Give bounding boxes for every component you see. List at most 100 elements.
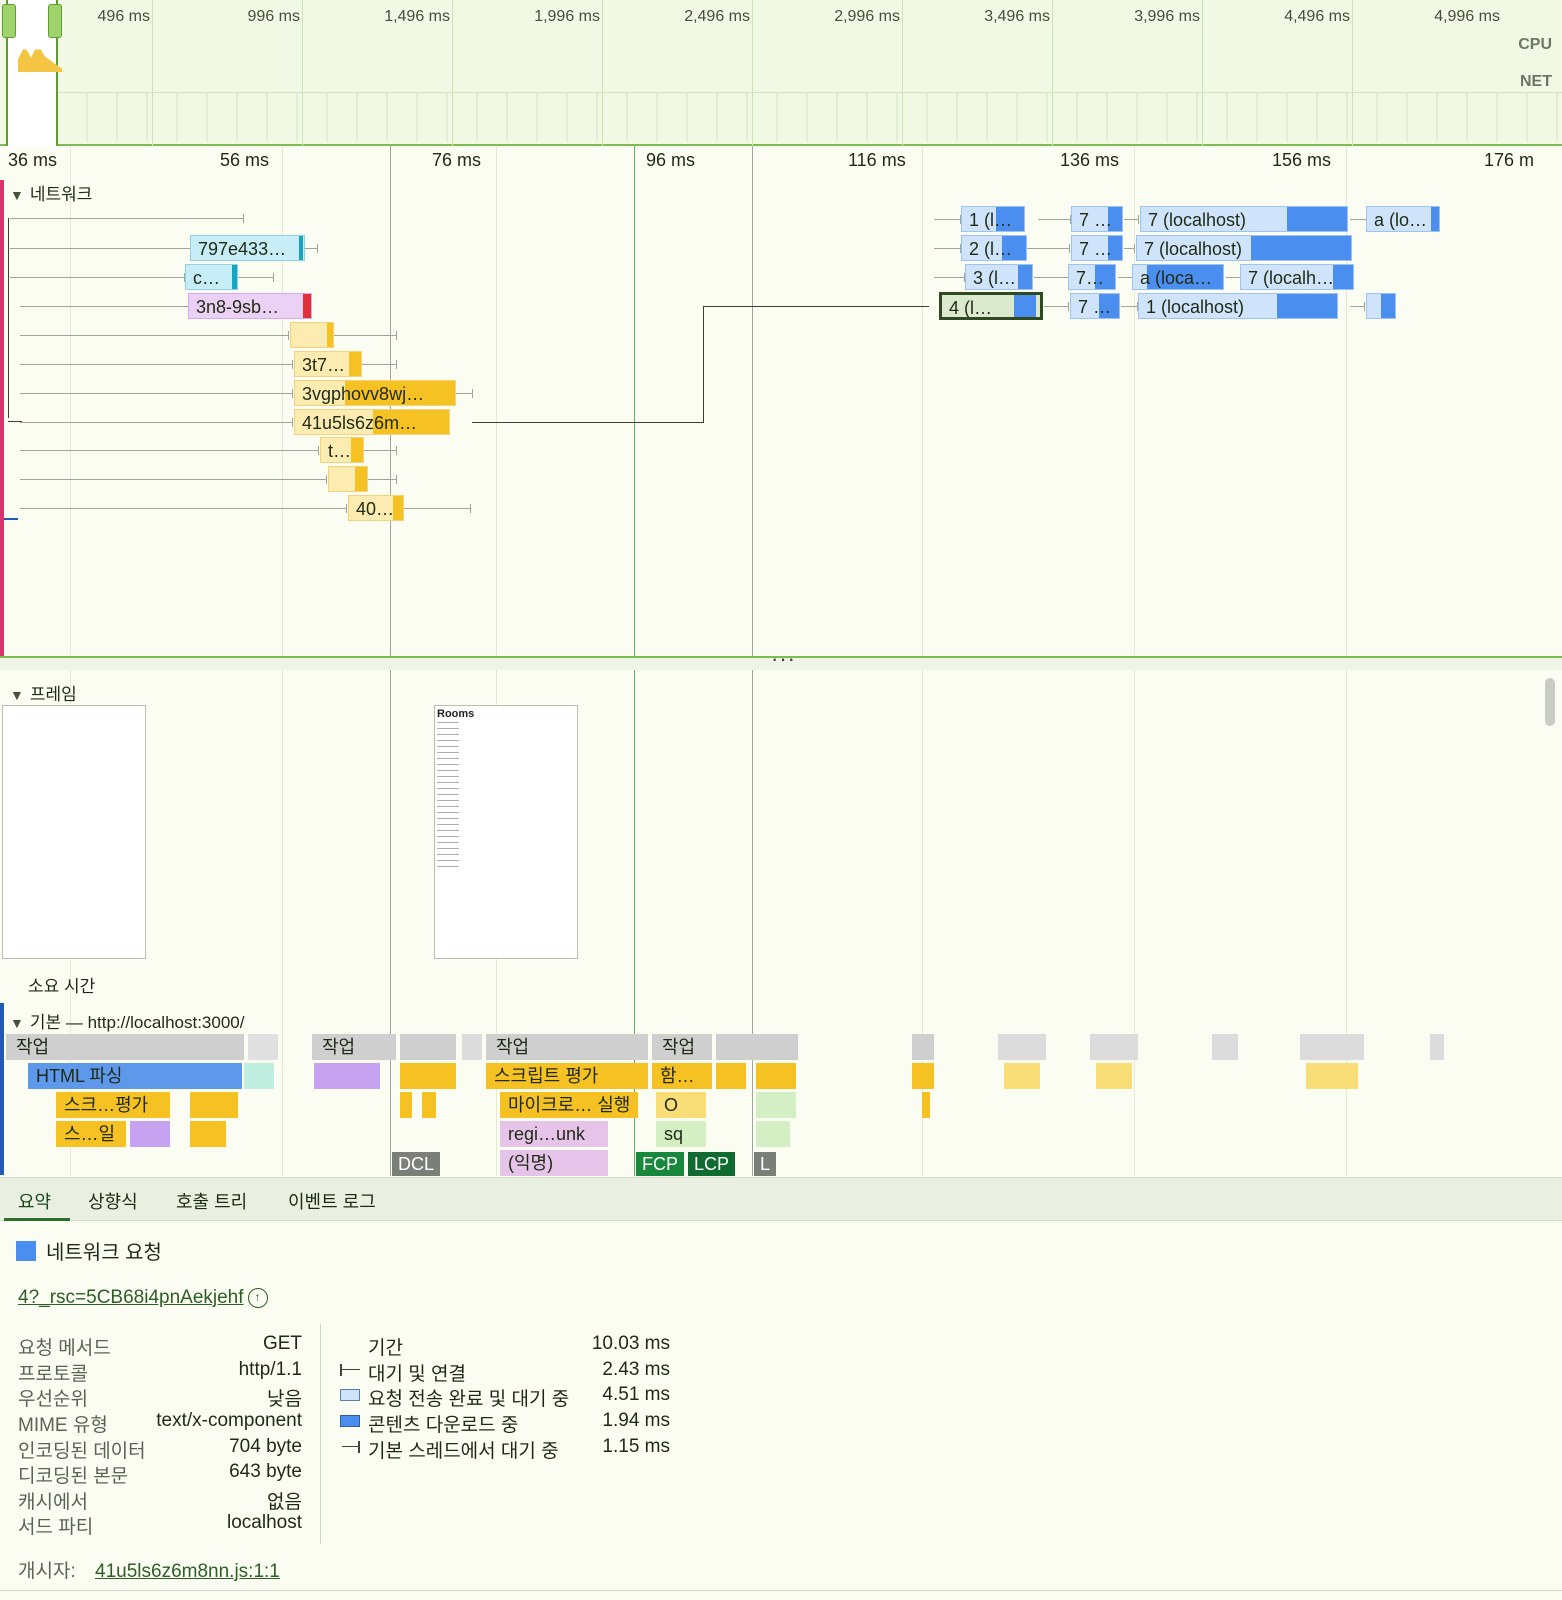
event-block[interactable] (922, 1092, 930, 1118)
frame-screenshot[interactable]: Rooms (434, 705, 578, 959)
network-request[interactable]: 40… (348, 495, 404, 521)
tab-call-tree[interactable]: 호출 트리 (176, 1188, 247, 1214)
fcp-marker[interactable]: FCP (636, 1152, 684, 1176)
tab-summary[interactable]: 요약 (18, 1188, 51, 1214)
script-eval-block[interactable]: 스크…평가 (56, 1092, 170, 1118)
network-request[interactable]: 7 (localhost) (1140, 206, 1348, 232)
task-block[interactable]: 작업 (312, 1034, 396, 1060)
network-request[interactable]: a (lo… (1366, 206, 1440, 232)
function-call-block[interactable]: regi…unk (500, 1121, 608, 1147)
event-block[interactable] (756, 1092, 796, 1118)
task-block[interactable]: 작업 (6, 1034, 244, 1060)
event-block[interactable] (716, 1063, 746, 1089)
more-icon[interactable]: ··· (771, 646, 796, 672)
network-request[interactable]: 7 … (1070, 293, 1120, 319)
tab-event-log[interactable]: 이벤트 로그 (288, 1188, 376, 1214)
track-resize-divider[interactable]: ··· (0, 646, 1562, 671)
event-block[interactable] (130, 1121, 170, 1147)
load-marker[interactable]: L (754, 1152, 777, 1176)
function-call-block[interactable]: sq (656, 1121, 706, 1147)
network-request[interactable]: 1 (localhost) (1138, 293, 1338, 319)
microtask-block[interactable]: 마이크로… 실행 (500, 1092, 638, 1118)
function-call-block[interactable]: O (656, 1092, 706, 1118)
network-request[interactable] (1366, 293, 1396, 319)
network-request[interactable]: 797e433… (190, 235, 305, 261)
task-block[interactable] (1090, 1034, 1138, 1060)
event-block[interactable] (400, 1092, 412, 1118)
selection-left-handle[interactable] (2, 4, 16, 38)
network-request[interactable]: 7 … (1071, 235, 1123, 261)
request-whisker (1226, 273, 1241, 282)
request-whisker (362, 360, 397, 369)
task-block[interactable] (248, 1034, 278, 1060)
network-request-selected[interactable]: 4 (l… (939, 292, 1043, 320)
lcp-marker[interactable]: LCP (688, 1152, 736, 1176)
event-block[interactable] (1306, 1063, 1358, 1089)
initiator-link-line (703, 306, 929, 307)
main-thread-header[interactable]: ▼ 기본 — http://localhost:3000/ (10, 1008, 244, 1033)
network-request[interactable]: t… (320, 437, 364, 463)
network-request[interactable]: c… (185, 264, 238, 290)
task-block[interactable] (400, 1034, 456, 1060)
event-block[interactable] (756, 1121, 790, 1147)
task-block[interactable]: 작업 (652, 1034, 712, 1060)
function-call-block[interactable]: 함… (652, 1063, 712, 1089)
event-block[interactable] (190, 1092, 238, 1118)
network-request[interactable]: 7 … (1071, 206, 1123, 232)
anonymous-function-block[interactable]: (익명) (500, 1150, 608, 1176)
tab-bottom-up[interactable]: 상향식 (88, 1188, 138, 1214)
request-whisker (1124, 244, 1135, 253)
collapse-triangle-icon[interactable]: ▼ (10, 187, 24, 203)
network-request[interactable]: 3t7… (294, 351, 362, 377)
detail-row: 프로토콜 http/1.1 (18, 1359, 302, 1385)
timeline-overview[interactable]: 496 ms 996 ms 1,496 ms 1,996 ms 2,496 ms… (0, 0, 1562, 146)
open-in-network-icon[interactable]: ↑ (247, 1287, 268, 1308)
request-whisker (238, 273, 274, 282)
task-block[interactable] (998, 1034, 1046, 1060)
event-block[interactable] (1096, 1063, 1132, 1089)
task-block[interactable] (1212, 1034, 1238, 1060)
network-request[interactable]: 7 (localhost) (1136, 235, 1352, 261)
script-eval-block[interactable]: 스크립트 평가 (486, 1063, 648, 1089)
task-block[interactable]: 작업 (486, 1034, 648, 1060)
task-block[interactable] (912, 1034, 934, 1060)
network-request[interactable]: 7… (1068, 264, 1116, 290)
network-request[interactable]: 1 (l… (961, 206, 1025, 232)
network-request[interactable]: 41u5ls6z6m… (294, 409, 450, 435)
network-request[interactable]: a (loca… (1132, 264, 1224, 290)
event-block[interactable] (756, 1063, 796, 1089)
html-parse-block[interactable]: HTML 파싱 (28, 1063, 242, 1089)
selection-right-handle[interactable] (48, 4, 62, 38)
initiator-link[interactable]: 41u5ls6z6m8nn.js:1:1 (95, 1561, 280, 1582)
network-request[interactable]: 7 (localh… (1240, 264, 1354, 290)
event-block[interactable] (400, 1063, 456, 1089)
network-request[interactable] (328, 466, 368, 492)
network-request[interactable]: 2 (l… (961, 235, 1027, 261)
request-url-link[interactable]: 4?_rsc=5CB68i4pnAekjehf ↑ (18, 1287, 268, 1309)
detail-row: 디코딩된 본문 643 byte (18, 1461, 302, 1487)
event-block[interactable] (190, 1121, 226, 1147)
network-request[interactable]: 3vgphovv8wj… (294, 380, 456, 406)
network-track-header[interactable]: ▼ 네트워크 (10, 180, 92, 205)
frames-track-header[interactable]: ▼ 프레임 (10, 680, 77, 705)
task-block[interactable] (1430, 1034, 1444, 1060)
task-block[interactable] (462, 1034, 482, 1060)
overview-time-label: 4,496 ms (1284, 8, 1350, 25)
network-request[interactable]: 3 (l… (965, 264, 1033, 290)
event-block[interactable] (912, 1063, 934, 1089)
collapse-triangle-icon[interactable]: ▼ (10, 1015, 24, 1031)
event-block[interactable] (244, 1063, 274, 1089)
task-block[interactable] (1300, 1034, 1364, 1060)
network-request[interactable] (290, 322, 334, 348)
event-block[interactable] (422, 1092, 436, 1118)
function-call-block[interactable]: 스…일 (56, 1121, 126, 1147)
collapse-triangle-icon[interactable]: ▼ (10, 687, 24, 703)
request-whisker (1350, 302, 1365, 311)
vertical-scrollbar-thumb[interactable] (1545, 678, 1555, 726)
network-request[interactable]: 3n8-9sb… (188, 293, 312, 319)
task-block[interactable] (716, 1034, 798, 1060)
event-block[interactable] (314, 1063, 380, 1089)
frame-screenshot[interactable] (2, 705, 146, 959)
dcl-marker[interactable]: DCL (392, 1152, 441, 1176)
event-block[interactable] (1004, 1063, 1040, 1089)
